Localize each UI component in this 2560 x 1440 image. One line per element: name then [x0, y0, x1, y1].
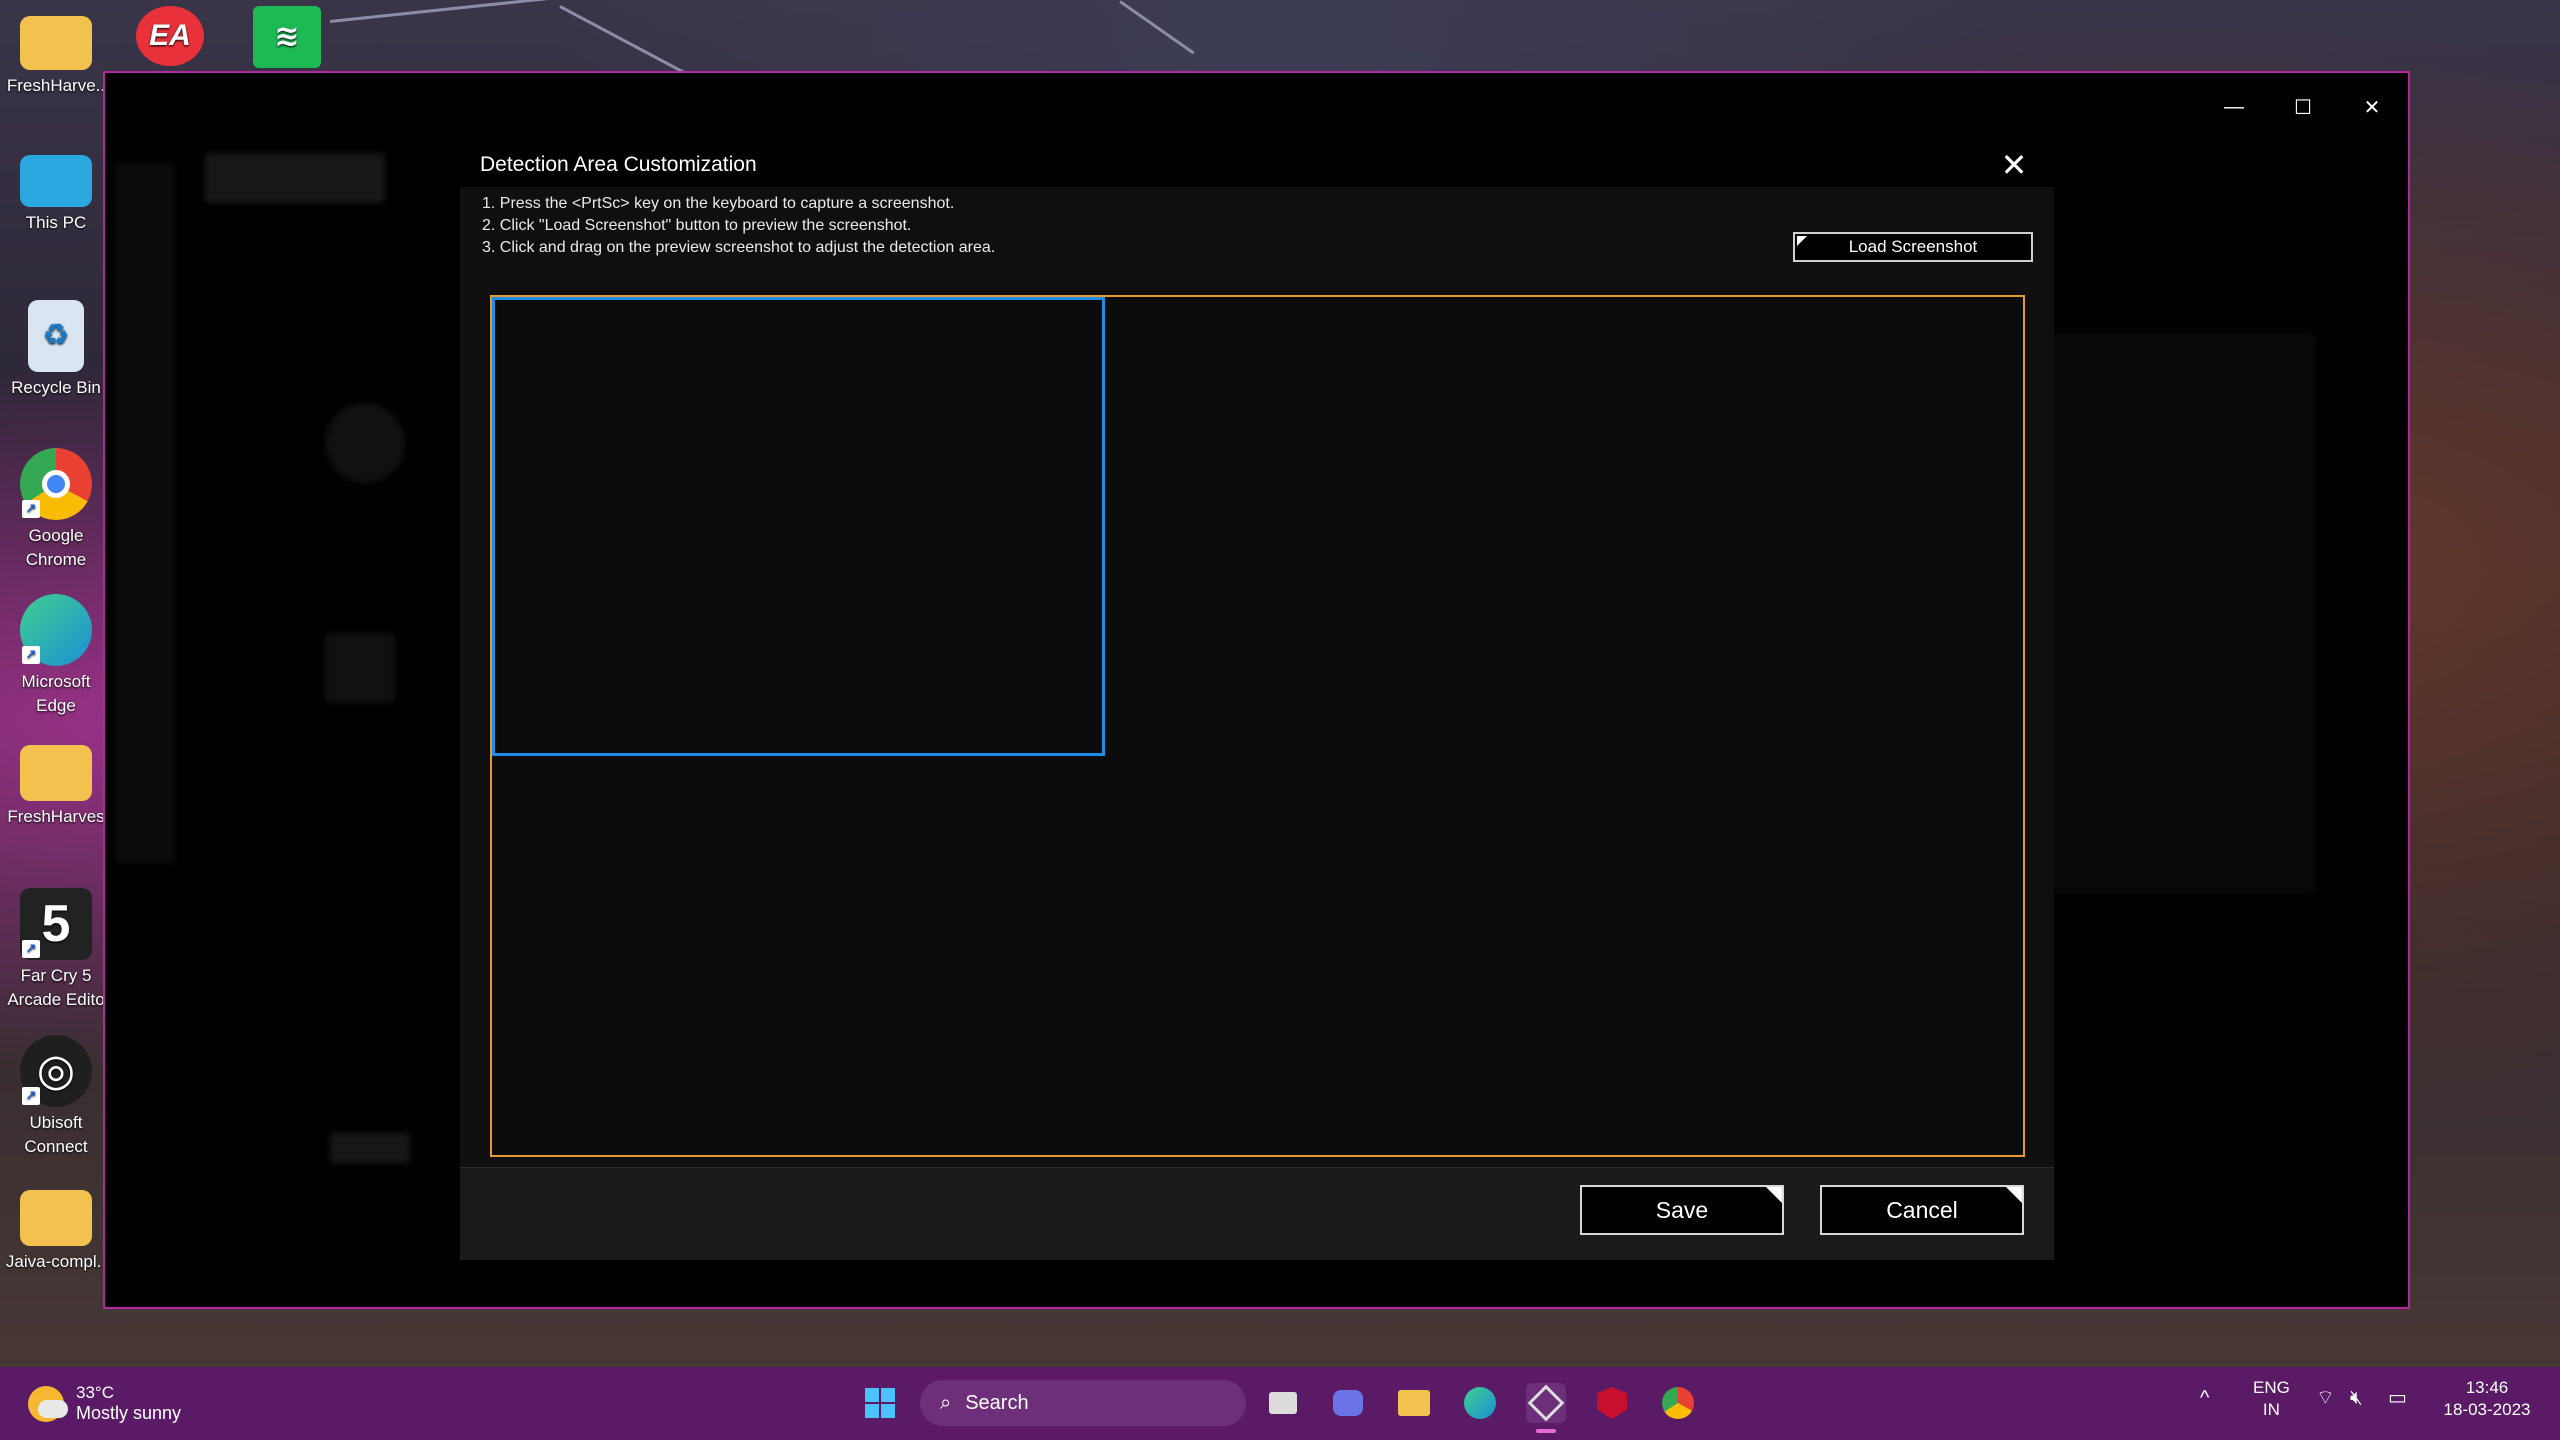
desktop-icon-label: Recycle Bin [11, 378, 101, 397]
folder-icon [20, 1190, 92, 1246]
desktop-icon-label: Microsoft Edge [21, 672, 91, 715]
desktop-icon-label: Google Chrome [25, 526, 87, 569]
desktop-icon-label: FreshHarves [7, 807, 105, 826]
desktop-icon-label: Far Cry 5 Arcade Edito [7, 966, 105, 1009]
desktop-icon-label: This PC [25, 213, 87, 232]
desktop-icon-freshharve[interactable]: FreshHarve.. [0, 8, 112, 98]
desktop-icon-google-chrome[interactable]: ↗ Google Chrome [0, 448, 112, 572]
wallpaper-line [329, 0, 748, 23]
window-maximize-button[interactable]: ☐ [2273, 89, 2333, 125]
desktop-icon-label: Jaiva-compl.. [5, 1252, 107, 1271]
blurred-icon [325, 633, 395, 703]
monitor-icon [20, 155, 92, 207]
weather-widget[interactable]: 33°C Mostly sunny [28, 1383, 181, 1424]
speaker-muted-icon[interactable]: 🔇︎ [2350, 1387, 2363, 1409]
weather-description: Mostly sunny [76, 1403, 182, 1423]
corner-accent [1797, 236, 1807, 246]
shortcut-arrow-icon: ↗ [22, 940, 40, 958]
window-minimize-button[interactable]: — [2204, 89, 2264, 125]
desktop-icon-ea[interactable]: EA [125, 6, 215, 70]
dialog-close-button[interactable]: ✕ [1994, 145, 2034, 185]
wallpaper-line [1119, 0, 1195, 55]
chrome-icon[interactable] [1658, 1383, 1698, 1423]
corner-accent [2006, 1187, 2022, 1203]
desktop-icon-freshharves[interactable]: FreshHarves [0, 745, 112, 829]
desktop-icon-label: Ubisoft Connect [24, 1113, 88, 1156]
desktop-icon-microsoft-edge[interactable]: ↗ Microsoft Edge [0, 594, 112, 718]
load-screenshot-label: Load Screenshot [1848, 237, 1978, 256]
ea-icon: EA [136, 6, 204, 66]
detection-area-dialog: Detection Area Customization ✕ 1. Press … [460, 135, 2054, 1260]
windows-start-icon[interactable] [860, 1383, 900, 1423]
blurred-toggle [330, 1133, 410, 1163]
armoury-crate-icon[interactable] [1526, 1383, 1566, 1423]
clock-date: 18-03-2023 [2443, 1400, 2531, 1419]
search-label: Search [965, 1391, 1029, 1414]
weather-sun-icon [28, 1385, 68, 1422]
language-bottom: IN [2262, 1400, 2280, 1419]
detection-area-rectangle[interactable] [492, 297, 1105, 756]
save-label: Save [1655, 1196, 1709, 1223]
clock[interactable]: 13:46 18-03-2023 [2432, 1377, 2542, 1421]
desktop-icon-far-cry-5[interactable]: 5 ↗ Far Cry 5 Arcade Edito [0, 888, 112, 1012]
blurred-sidebar [115, 163, 175, 863]
cancel-button[interactable]: Cancel [1820, 1185, 2024, 1235]
shortcut-arrow-icon: ↗ [22, 1087, 40, 1105]
chrome-icon: ↗ [20, 448, 92, 520]
language-indicator[interactable]: ENG IN [2253, 1377, 2290, 1421]
blurred-icon [325, 403, 405, 483]
taskbar: 33°C Mostly sunny ⌕ Search ^ ENG IN ⌔ 🔇︎… [0, 1367, 2560, 1440]
edge-icon: ↗ [20, 594, 92, 666]
folder-icon [20, 16, 92, 70]
desktop-icon-label: FreshHarve.. [6, 76, 106, 95]
tray-overflow-chevron[interactable]: ^ [2200, 1387, 2209, 1409]
teams-chat-icon[interactable] [1328, 1383, 1368, 1423]
shortcut-arrow-icon: ↗ [22, 646, 40, 664]
screenshot-preview-area[interactable] [490, 295, 2025, 1157]
weather-temperature: 33°C [76, 1383, 114, 1402]
task-view-icon[interactable] [1263, 1383, 1303, 1423]
desktop-icon-spotify[interactable]: ≋ [242, 6, 332, 72]
instruction-line: 3. Click and drag on the preview screens… [482, 239, 996, 256]
desktop-icon-this-pc[interactable]: This PC [0, 155, 112, 235]
dialog-body: 1. Press the <PrtSc> key on the keyboard… [460, 187, 2054, 1260]
save-button[interactable]: Save [1580, 1185, 1784, 1235]
battery-icon[interactable]: ▭ [2388, 1387, 2407, 1409]
wifi-icon[interactable]: ⌔ [2316, 1387, 2335, 1409]
blurred-header [205, 153, 385, 203]
mcafee-icon[interactable] [1592, 1383, 1632, 1423]
edge-icon[interactable] [1460, 1383, 1500, 1423]
dialog-footer: Save Cancel [460, 1167, 2054, 1260]
window-close-button[interactable]: ✕ [2342, 89, 2402, 125]
clock-time: 13:46 [2465, 1378, 2509, 1397]
farcry-icon: 5 ↗ [20, 888, 92, 960]
desktop-icon-jaiva[interactable]: Jaiva-compl.. [0, 1190, 112, 1274]
load-screenshot-button[interactable]: Load Screenshot [1793, 232, 2033, 262]
search-icon: ⌕ [940, 1391, 952, 1414]
active-app-indicator [1536, 1429, 1556, 1433]
desktop-icon-recycle-bin[interactable]: ♻ Recycle Bin [0, 300, 112, 400]
corner-accent [1766, 1187, 1782, 1203]
desktop-icon-ubisoft-connect[interactable]: ◎ ↗ Ubisoft Connect [0, 1035, 112, 1159]
spotify-icon: ≋ [253, 6, 321, 68]
instruction-line: 1. Press the <PrtSc> key on the keyboard… [482, 195, 955, 212]
recycle-bin-icon: ♻ [28, 300, 84, 372]
file-explorer-icon[interactable] [1394, 1383, 1434, 1423]
instruction-line: 2. Click "Load Screenshot" button to pre… [482, 217, 912, 234]
folder-icon [20, 745, 92, 801]
blurred-panel [2045, 333, 2315, 893]
dialog-title: Detection Area Customization [480, 153, 757, 176]
taskbar-search-box[interactable]: ⌕ Search [920, 1380, 1246, 1426]
language-top: ENG [2253, 1378, 2290, 1397]
shortcut-arrow-icon: ↗ [22, 500, 40, 518]
cancel-label: Cancel [1886, 1196, 1958, 1223]
instructions: 1. Press the <PrtSc> key on the keyboard… [482, 193, 995, 259]
ubisoft-icon: ◎ ↗ [20, 1035, 92, 1107]
